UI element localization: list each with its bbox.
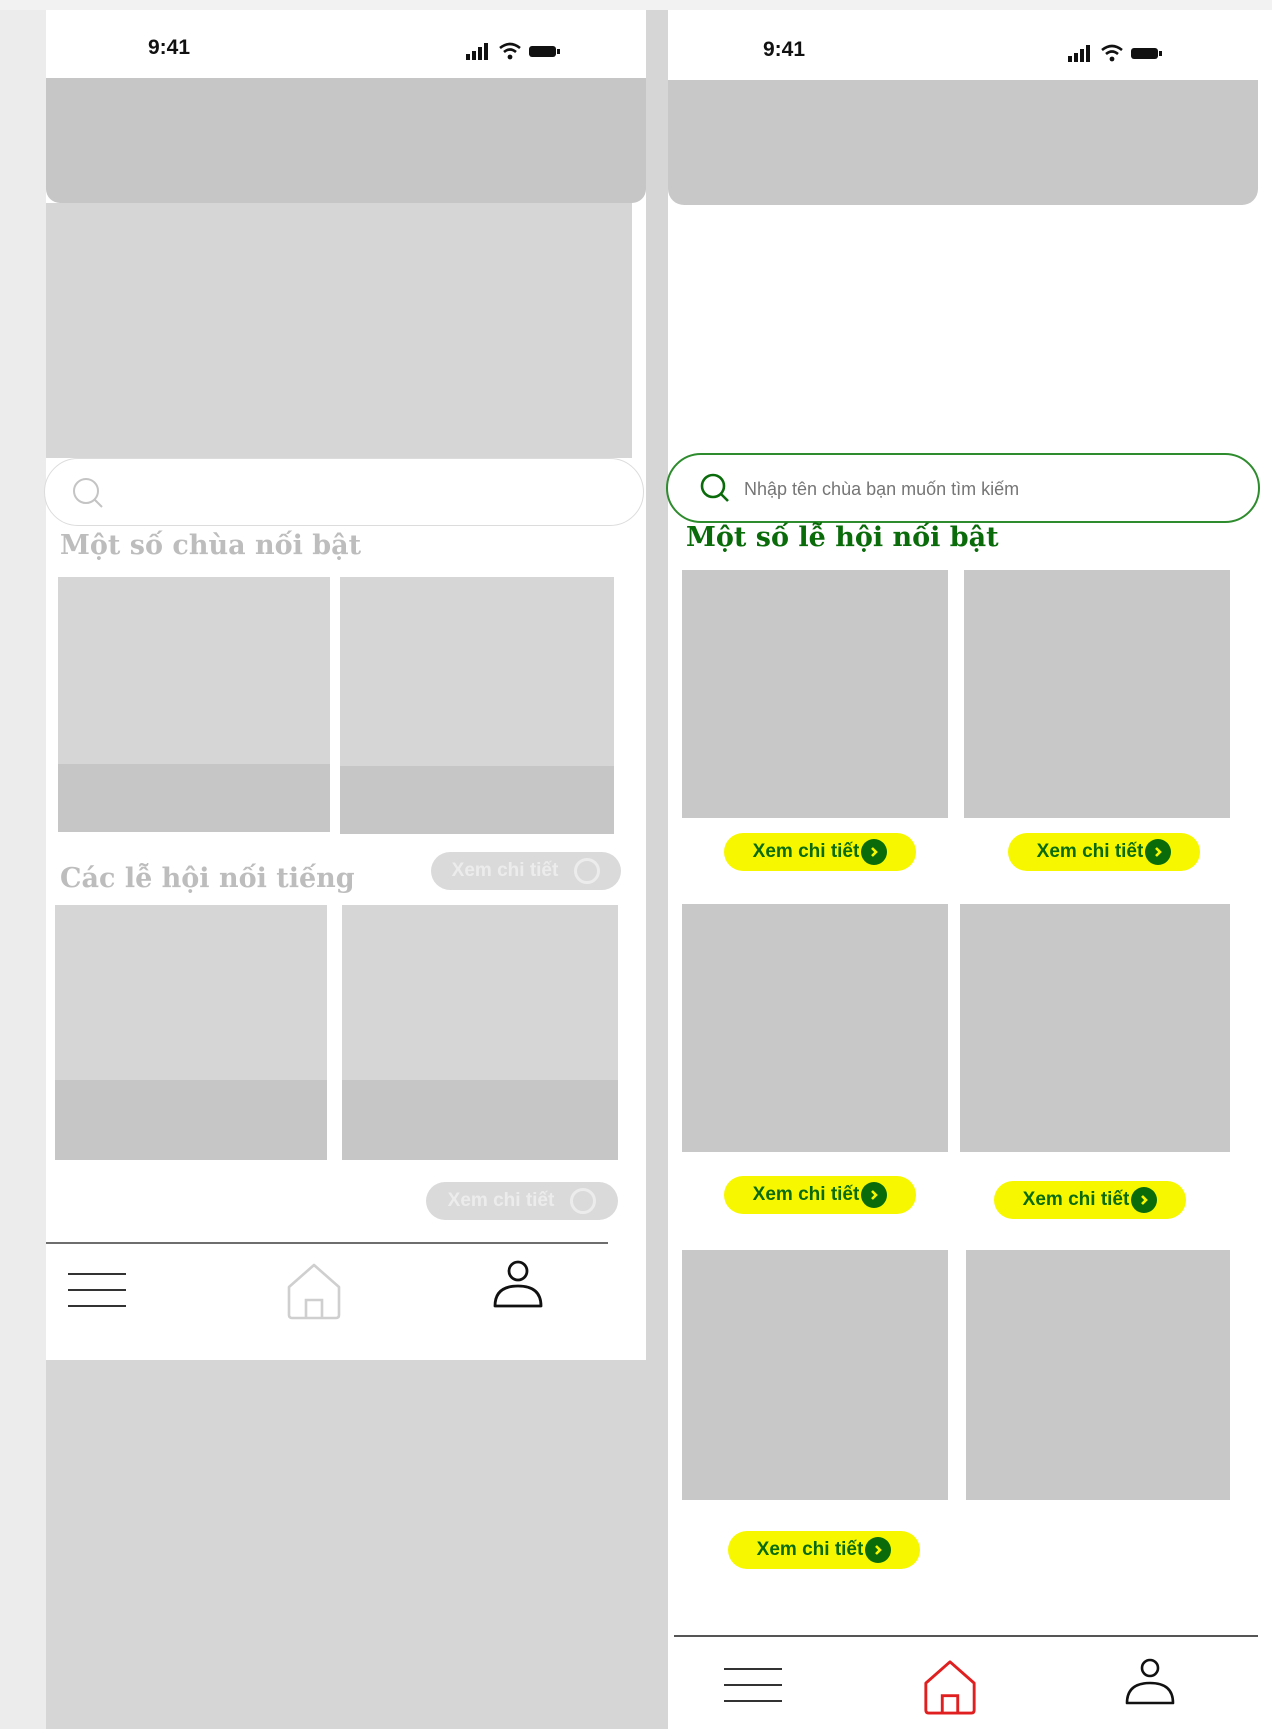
festival-card[interactable]: [55, 905, 327, 1160]
arrow-circle-icon: [865, 1537, 892, 1563]
arrow-circle-icon: [570, 1188, 597, 1214]
view-detail-label: Xem chi tiết: [1036, 841, 1144, 862]
view-detail-button[interactable]: Xem chi tiết: [728, 1531, 920, 1569]
temple-card[interactable]: [340, 577, 614, 834]
view-detail-label: Xem chi tiết: [752, 1184, 860, 1205]
canvas-left-strip: [0, 0, 46, 1729]
view-detail-button[interactable]: Xem chi tiết: [994, 1181, 1186, 1219]
view-detail-button[interactable]: Xem chi tiết: [1008, 833, 1200, 871]
festival-image[interactable]: [964, 570, 1230, 818]
search-input[interactable]: [742, 473, 1226, 505]
section-title-festivals: Các lễ hội nối tiếng: [60, 863, 355, 894]
view-detail-label: Xem chi tiết: [451, 860, 559, 881]
signal-icon: [1068, 45, 1090, 62]
festival-image[interactable]: [682, 1250, 948, 1500]
signal-icon: [466, 43, 488, 60]
view-detail-button[interactable]: Xem chi tiết: [431, 852, 621, 890]
festival-card[interactable]: [342, 905, 618, 1160]
home-icon[interactable]: [284, 1260, 344, 1320]
status-time: 9:41: [763, 38, 806, 61]
view-detail-label: Xem chi tiết: [447, 1190, 555, 1211]
arrow-circle-icon: [861, 839, 888, 865]
left-screen: 9:41 Một số chùa nối bật Các lễ hội nối …: [44, 10, 646, 1360]
status-icons: [1068, 42, 1164, 64]
canvas-bottom-left: [46, 1360, 646, 1729]
temple-card[interactable]: [58, 577, 330, 832]
header-banner: [46, 78, 646, 203]
status-time: 9:41: [148, 36, 191, 59]
battery-icon: [1131, 48, 1162, 59]
bottom-nav: [46, 1244, 646, 1340]
menu-icon[interactable]: [68, 1270, 128, 1314]
arrow-circle-icon: [861, 1182, 888, 1208]
battery-icon: [529, 46, 560, 57]
search-icon: [73, 478, 103, 508]
search-input[interactable]: [115, 477, 599, 509]
arrow-circle-icon: [1145, 839, 1172, 865]
right-screen: 9:41 Một số lễ hội nối bật Xem chi tiết: [666, 10, 1272, 1729]
wifi-icon: [1101, 44, 1123, 62]
view-detail-label: Xem chi tiết: [752, 841, 860, 862]
festival-image[interactable]: [682, 904, 948, 1152]
view-detail-button[interactable]: Xem chi tiết: [426, 1182, 618, 1220]
search-bar[interactable]: [44, 458, 644, 526]
card-caption-area: [55, 1080, 327, 1160]
festival-image[interactable]: [960, 904, 1230, 1152]
user-icon[interactable]: [1122, 1653, 1178, 1709]
section-title-temples: Một số chùa nối bật: [60, 530, 362, 561]
section-title-festivals: Một số lễ hội nối bật: [686, 522, 999, 553]
canvas-gap: [646, 10, 668, 1729]
search-bar[interactable]: [666, 453, 1260, 523]
view-detail-label: Xem chi tiết: [756, 1539, 864, 1560]
search-icon: [700, 473, 729, 502]
bottom-nav: [668, 1637, 1272, 1729]
header-banner: [668, 80, 1258, 205]
canvas-top-strip: [0, 0, 1272, 10]
arrow-circle-icon: [1131, 1187, 1158, 1213]
view-detail-button[interactable]: Xem chi tiết: [724, 1176, 916, 1214]
view-detail-button[interactable]: Xem chi tiết: [724, 833, 916, 871]
wifi-icon: [499, 42, 521, 60]
status-icons: [466, 40, 562, 62]
festival-image[interactable]: [966, 1250, 1230, 1500]
hero-image: [46, 203, 632, 458]
arrow-circle-icon: [574, 858, 601, 884]
view-detail-label: Xem chi tiết: [1022, 1189, 1130, 1210]
card-caption-area: [340, 766, 614, 834]
menu-icon[interactable]: [724, 1665, 784, 1709]
card-caption-area: [342, 1080, 618, 1160]
festival-image[interactable]: [682, 570, 948, 818]
home-icon[interactable]: [920, 1657, 980, 1715]
user-icon[interactable]: [490, 1256, 546, 1312]
card-caption-area: [58, 764, 330, 832]
